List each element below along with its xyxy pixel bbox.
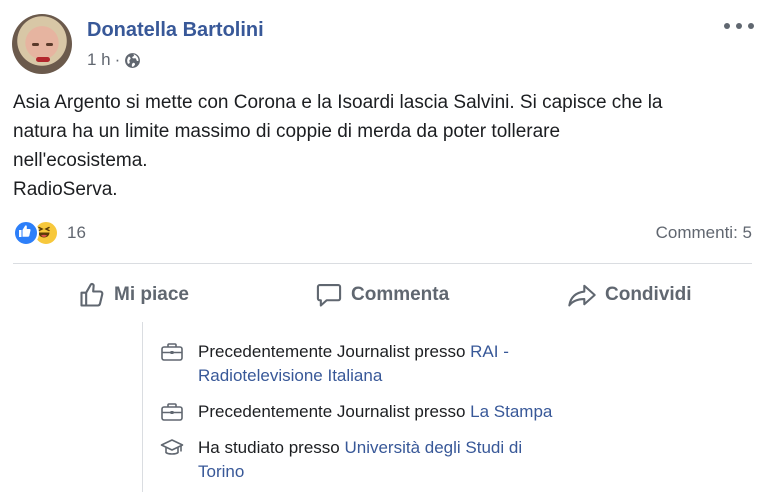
share-label: Condividi (605, 284, 692, 305)
post-text-line: RadioServa. (13, 179, 118, 200)
share-arrow-icon (567, 281, 597, 309)
work-info-item: Precedentemente Journalist presso La Sta… (160, 400, 618, 424)
like-button[interactable]: Mi piace (78, 278, 189, 312)
author-name[interactable]: Donatella Bartolini (87, 19, 264, 42)
work-info-text: Precedentemente Journalist presso La Sta… (198, 400, 618, 424)
work-info-prefix: Precedentemente Journalist presso (198, 402, 471, 421)
employer-link-rai[interactable]: RAI - (470, 342, 509, 361)
school-link-cont[interactable]: Torino (198, 462, 244, 481)
avatar[interactable] (12, 14, 72, 74)
reaction-count: 16 (67, 223, 86, 242)
like-reaction-icon (13, 220, 39, 246)
work-info-item: Precedentemente Journalist presso RAI - R… (160, 340, 618, 388)
globe-icon[interactable] (124, 52, 141, 69)
school-link[interactable]: Università degli Studi di (344, 438, 522, 457)
avatar-mouth (36, 57, 50, 62)
education-info-text: Ha studiato presso Università degli Stud… (198, 436, 618, 484)
work-info-text: Precedentemente Journalist presso RAI - R… (198, 340, 618, 388)
post-text: Asia Argento si mette con Corona e la Is… (13, 88, 748, 204)
education-info-prefix: Ha studiato presso (198, 438, 345, 457)
avatar-eye (46, 43, 53, 46)
thumbs-up-icon (78, 281, 106, 309)
post-meta: 1 h · (87, 50, 141, 70)
share-button[interactable]: Condividi (567, 278, 692, 312)
panel-border (142, 322, 143, 492)
briefcase-icon (160, 340, 184, 364)
briefcase-icon (160, 400, 184, 424)
comment-label: Commenta (351, 284, 450, 305)
post-time[interactable]: 1 h (87, 50, 111, 70)
comments-count[interactable]: Commenti: 5 (656, 223, 752, 243)
employer-link-rai-cont[interactable]: Radiotelevisione Italiana (198, 366, 382, 385)
meta-separator: · (114, 50, 121, 69)
education-info-item: Ha studiato presso Università degli Stud… (160, 436, 618, 484)
comment-bubble-icon (315, 281, 343, 309)
more-options-icon[interactable] (724, 16, 754, 36)
post-text-line: Asia Argento si mette con Corona e la Is… (13, 92, 663, 113)
like-label: Mi piace (114, 284, 189, 305)
avatar-eye (32, 43, 39, 46)
comment-button[interactable]: Commenta (315, 278, 449, 312)
divider (13, 263, 752, 264)
post-text-line: nell'ecosistema. (13, 150, 148, 171)
post-text-line: natura ha un limite massimo di coppie di… (13, 121, 561, 142)
graduation-cap-icon (160, 436, 184, 460)
work-info-prefix: Precedentemente Journalist presso (198, 342, 471, 361)
reactions-summary[interactable]: 16 (13, 220, 86, 246)
employer-link-la-stampa[interactable]: La Stampa (470, 402, 552, 421)
